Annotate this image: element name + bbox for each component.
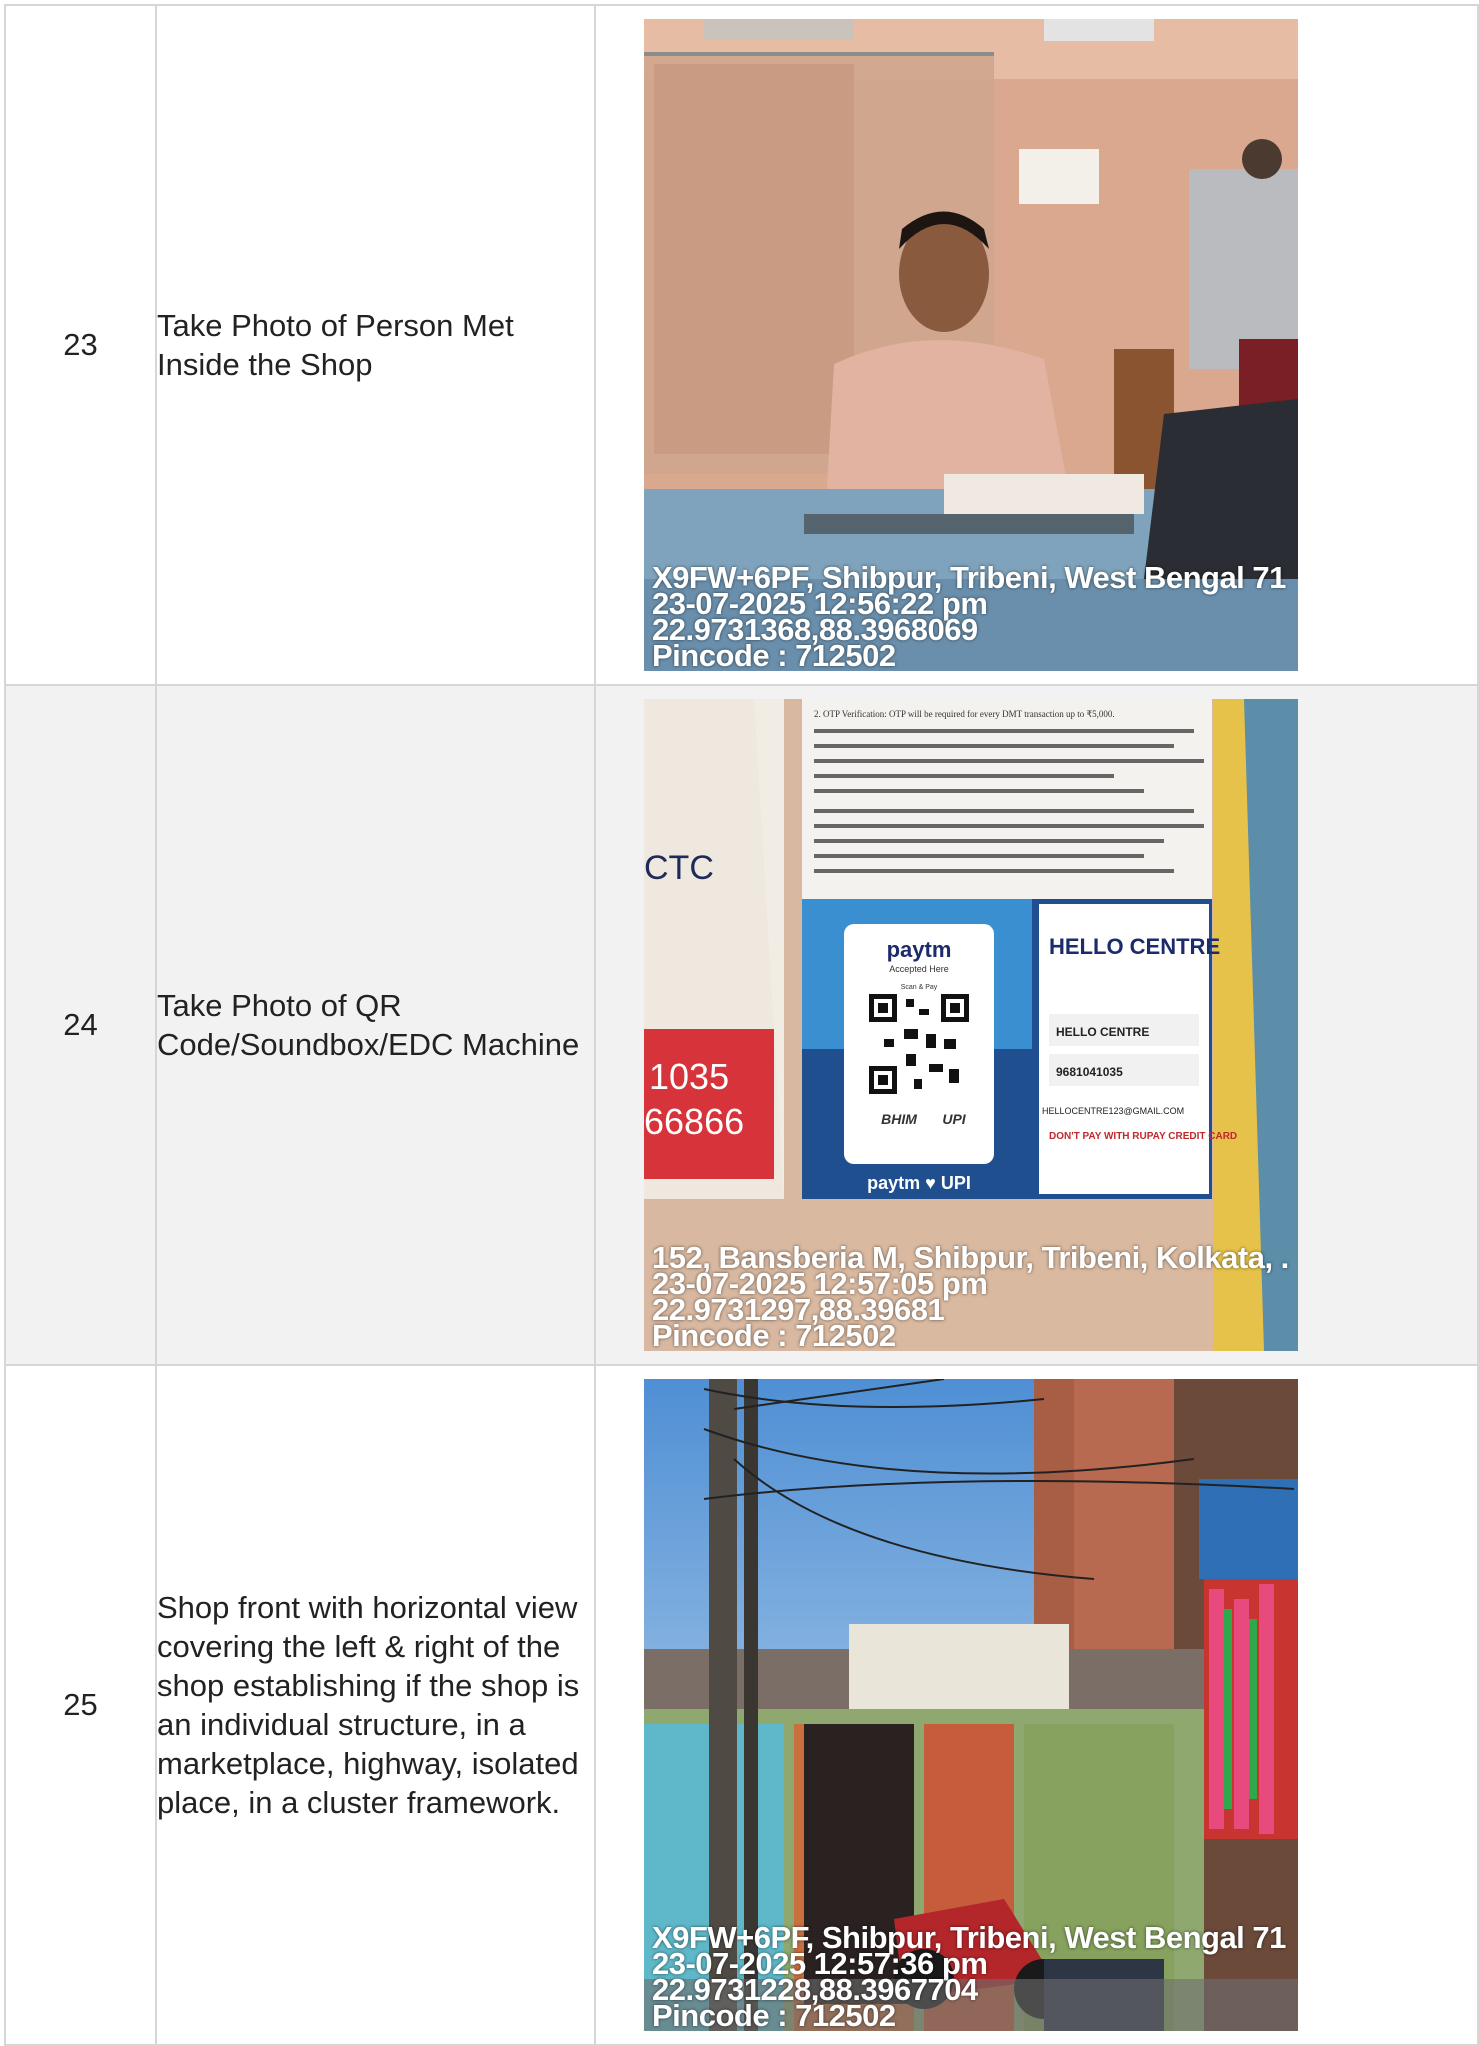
table-row: 25 Shop front with horizontal view cover… [4,1364,1479,2046]
bhim-logo: BHIM [881,1111,917,1127]
photo-stamp: X9FW+6PF, Shibpur, Tribeni, West Bengal … [652,1922,1286,2031]
side-text: CTC [644,849,714,887]
notice-line: 2. OTP Verification: OTP will be require… [814,709,1115,719]
row-number: 24 [4,684,157,1366]
photo-cell: 1035 66866 CTC 2. OTP Verification: OTP … [594,684,1479,1366]
report-table: 23 Take Photo of Person Met Inside the S… [4,4,1479,2046]
row-number: 23 [4,4,157,686]
centre-warning: DON'T PAY WITH RUPAY CREDIT CARD [1049,1131,1237,1142]
row-description: Take Photo of Person Met Inside the Shop [155,4,596,686]
qr-code-icon [869,994,969,1094]
centre-email: HELLOCENTRE123@GMAIL.COM [1042,1106,1184,1116]
centre-phone: 9681041035 [1056,1065,1123,1079]
poster-accepted: Accepted Here [889,964,949,974]
photo-stamp: 152, Bansberia M, Shibpur, Tribeni, Kolk… [652,1242,1289,1351]
row-description: Shop front with horizontal view covering… [155,1364,596,2046]
centre-name: HELLO CENTRE [1056,1025,1149,1039]
side-number-1: 1035 [649,1056,729,1097]
row-number: 25 [4,1364,157,2046]
stamp-pincode: Pincode : 712502 [652,1318,896,1351]
photo-cell: X9FW+6PF, Shibpur, Tribeni, West Bengal … [594,4,1479,686]
upi-logo: UPI [942,1111,966,1127]
photo-stamp: X9FW+6PF, Shibpur, Tribeni, West Bengal … [652,562,1286,671]
hello-centre-logo: HELLO CENTRE [1049,934,1220,959]
shop-person-photo: X9FW+6PF, Shibpur, Tribeni, West Bengal … [644,19,1298,671]
photo-cell: X9FW+6PF, Shibpur, Tribeni, West Bengal … [594,1364,1479,2046]
table-row: 24 Take Photo of QR Code/Soundbox/EDC Ma… [4,684,1479,1366]
poster-footer: paytm ♥ UPI [867,1173,971,1193]
paytm-logo: paytm [887,937,952,962]
qr-code-poster-photo: 1035 66866 CTC 2. OTP Verification: OTP … [644,699,1298,1351]
side-number-2: 66866 [644,1101,744,1142]
row-description: Take Photo of QR Code/Soundbox/EDC Machi… [155,684,596,1366]
table-row: 23 Take Photo of Person Met Inside the S… [4,4,1479,686]
shop-front-photo: X9FW+6PF, Shibpur, Tribeni, West Bengal … [644,1379,1298,2031]
poster-scan: Scan & Pay [901,984,938,991]
